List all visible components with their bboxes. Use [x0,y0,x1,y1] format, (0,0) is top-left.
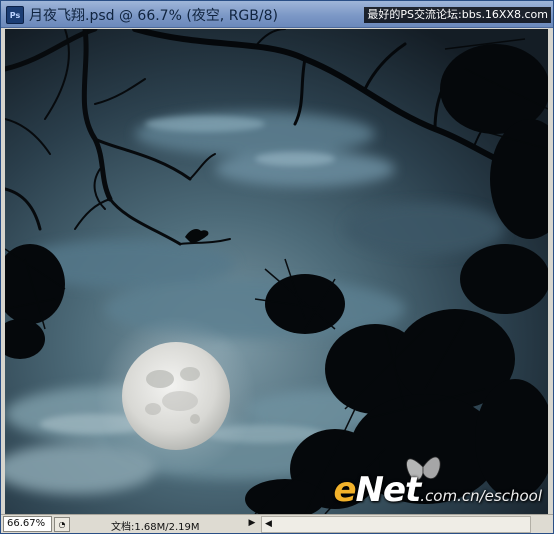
image-canvas[interactable]: eNet.com.cn/eschool [5,29,548,514]
title-bar[interactable]: Ps 月夜飞翔.psd @ 66.7% (夜空, RGB/8) 最好的PS交流论… [1,1,553,28]
forum-watermark: 最好的PS交流论坛:bbs.16XX8.com [364,7,551,23]
document-size-info: 文档:1.68M/2.19M [111,522,200,533]
info-menu-icon[interactable]: ◔ [54,517,70,532]
ps-document-icon[interactable]: Ps [6,6,24,24]
scroll-left-icon[interactable]: ◀ [262,517,275,532]
document-title: 月夜飞翔.psd @ 66.7% (夜空, RGB/8) [29,8,278,24]
enet-logo: eNet.com.cn/eschool [333,470,542,510]
night-sky-image [5,29,548,514]
zoom-level-field[interactable]: 66.67% [3,516,52,532]
logo-net: Net [355,470,422,510]
logo-url: .com.cn/eschool [420,487,542,505]
status-bar: 66.67% ◔ 文档:1.68M/2.19M ▶ ◀ [1,514,553,533]
full-moon [122,342,230,450]
logo-e: e [333,470,356,510]
document-window: Ps 月夜飞翔.psd @ 66.7% (夜空, RGB/8) 最好的PS交流论… [0,0,554,534]
horizontal-scrollbar[interactable]: ◀ [261,516,531,533]
triangle-right-icon[interactable]: ▶ [246,517,258,530]
